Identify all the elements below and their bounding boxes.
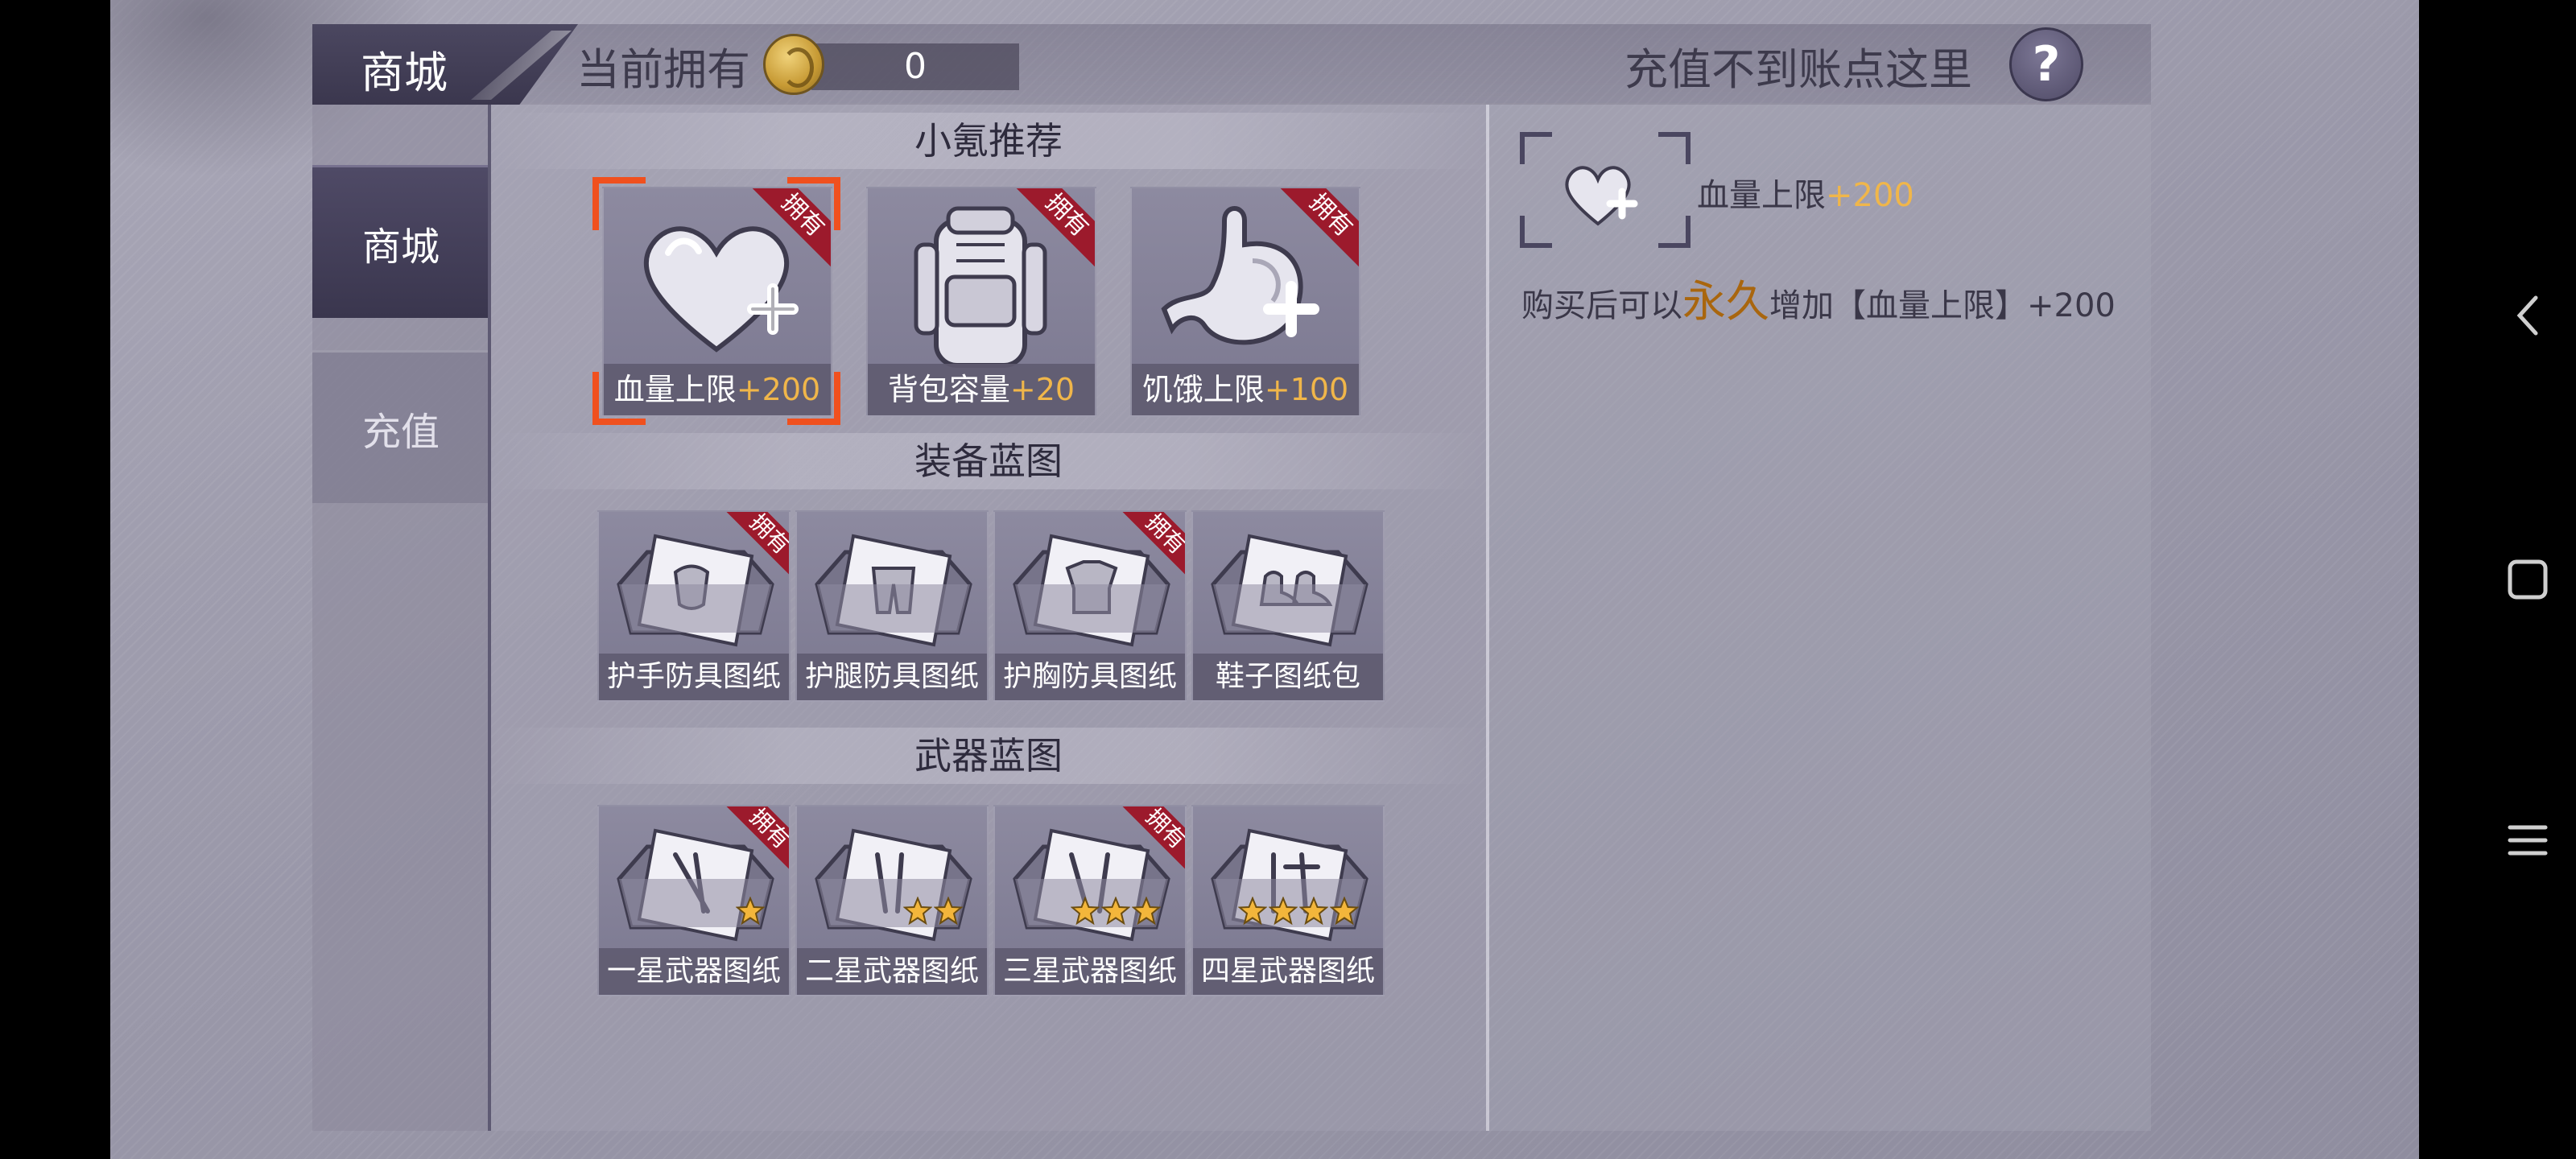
item-name: 背包容量 xyxy=(887,372,1010,407)
shop-item-weapon-4star[interactable]: 四星武器图纸 xyxy=(1191,805,1385,996)
detail-bonus: +200 xyxy=(1826,177,1914,214)
section-title-recommend: 小氪推荐 xyxy=(491,113,1486,169)
coin-icon xyxy=(763,34,824,95)
item-bonus: +100 xyxy=(1264,372,1349,407)
item-label: 二星武器图纸 xyxy=(797,948,987,995)
item-label: 一星武器图纸 xyxy=(599,948,789,995)
shop-item-backpack[interactable]: 拥有 背包容量+20 xyxy=(866,187,1096,417)
detail-panel xyxy=(1489,105,2151,1131)
star-icon xyxy=(1132,897,1161,926)
detail-frame-corner xyxy=(1658,132,1690,164)
shop-item-hunger-limit[interactable]: 拥有 饥饿上限+100 xyxy=(1130,187,1360,417)
selection-corner xyxy=(592,177,646,230)
help-icon[interactable]: ? xyxy=(2009,27,2083,101)
star-icon xyxy=(1238,897,1267,926)
sidebar-tab-label: 充值 xyxy=(361,409,440,455)
leggings-blueprint-icon xyxy=(815,534,972,647)
selection-corner xyxy=(787,372,840,425)
weapon-blueprint-icon xyxy=(1211,828,1368,942)
shop-item-shoes-blueprint[interactable]: 鞋子图纸包 xyxy=(1191,510,1385,702)
selection-corner xyxy=(592,372,646,425)
star-icon xyxy=(1330,897,1359,926)
shoes-blueprint-icon xyxy=(1211,534,1368,647)
sidebar-tab-label: 商城 xyxy=(361,224,440,270)
letterbox-left xyxy=(0,0,110,1159)
selection-corner xyxy=(787,177,840,230)
sidebar-tab-recharge[interactable]: 充值 xyxy=(312,350,489,503)
item-label: 四星武器图纸 xyxy=(1193,948,1383,995)
shop-item-leggings-blueprint[interactable]: 护腿防具图纸 xyxy=(795,510,989,702)
section-title-weapons: 武器蓝图 xyxy=(491,728,1486,784)
detail-name-text: 血量上限 xyxy=(1697,177,1826,214)
item-label: 护腿防具图纸 xyxy=(797,654,987,700)
detail-desc-emphasis: 永久 xyxy=(1682,276,1769,327)
sidebar-tab-shop[interactable]: 商城 xyxy=(312,165,489,318)
coin-amount: 0 xyxy=(811,43,1019,90)
shop-item-weapon-3star[interactable]: 拥有 三星武器图纸 xyxy=(993,805,1187,996)
shop-item-gloves-blueprint[interactable]: 拥有 护手防具图纸 xyxy=(597,510,791,702)
detail-frame-corner xyxy=(1520,132,1552,164)
star-icon xyxy=(1101,897,1130,926)
star-rating xyxy=(1071,897,1161,926)
item-bonus: +20 xyxy=(1009,372,1075,407)
star-icon xyxy=(903,897,932,926)
recharge-help-link[interactable]: 充值不到账点这里 xyxy=(1624,34,1972,97)
star-rating xyxy=(903,897,963,926)
section-title-equipment: 装备蓝图 xyxy=(491,433,1486,489)
home-icon[interactable] xyxy=(2479,547,2576,612)
back-icon[interactable] xyxy=(2479,283,2576,348)
detail-frame-corner xyxy=(1520,216,1552,248)
detail-desc-suffix: 增加【血量上限】+200 xyxy=(1769,287,2116,324)
star-icon xyxy=(934,897,963,926)
star-icon xyxy=(1269,897,1298,926)
item-label: 鞋子图纸包 xyxy=(1193,654,1383,700)
item-label: 护手防具图纸 xyxy=(599,654,789,700)
detail-item-name: 血量上限+200 xyxy=(1697,169,1914,216)
detail-desc-prefix: 购买后可以 xyxy=(1521,287,1682,324)
detail-frame-corner xyxy=(1658,216,1690,248)
star-rating xyxy=(1238,897,1359,926)
star-icon xyxy=(1071,897,1100,926)
owned-label: 当前拥有 xyxy=(576,44,750,95)
star-icon xyxy=(1299,897,1328,926)
item-label: 三星武器图纸 xyxy=(995,948,1185,995)
item-name: 饥饿上限 xyxy=(1141,372,1265,407)
weapon-blueprint-icon xyxy=(815,828,972,942)
item-label: 饥饿上限+100 xyxy=(1132,364,1359,415)
item-label: 背包容量+20 xyxy=(868,364,1095,415)
star-rating xyxy=(736,897,765,926)
detail-description: 购买后可以永久增加【血量上限】+200 xyxy=(1521,266,2116,329)
item-label: 护胸防具图纸 xyxy=(995,654,1185,700)
shop-title: 商城 xyxy=(361,47,448,98)
shop-item-weapon-1star[interactable]: 拥有 一星武器图纸 xyxy=(597,805,791,996)
star-icon xyxy=(736,897,765,926)
heart-plus-icon xyxy=(1565,166,1638,226)
menu-icon[interactable] xyxy=(2479,808,2576,872)
shop-item-chestplate-blueprint[interactable]: 拥有 护胸防具图纸 xyxy=(993,510,1187,702)
shop-item-weapon-2star[interactable]: 二星武器图纸 xyxy=(795,805,989,996)
